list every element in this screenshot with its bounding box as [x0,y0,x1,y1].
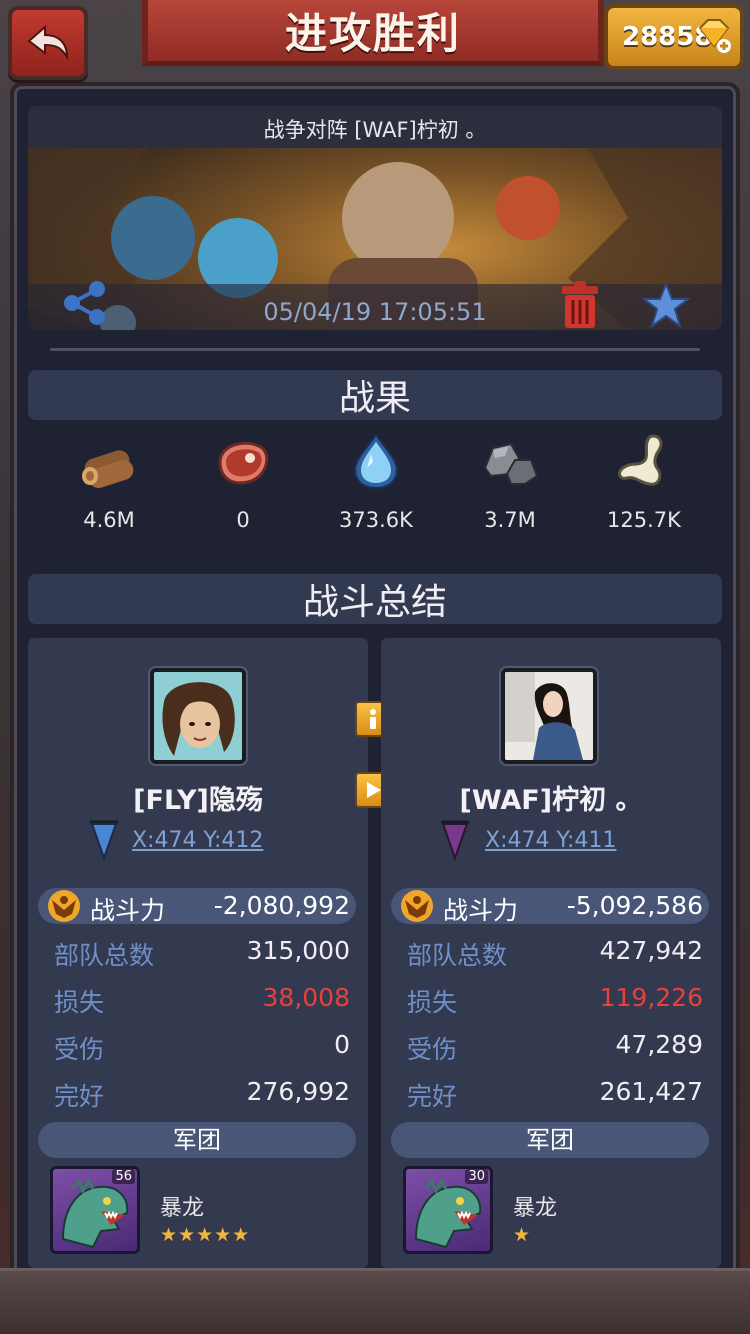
power-label: 战斗力 [443,896,519,925]
stat-total-troops: 部队总数 315,000 [54,936,350,976]
frame-bottom [0,1268,750,1334]
stat-label: 受伤 [407,1035,458,1064]
legion-bar: 军团 [391,1122,709,1158]
stat-label: 损失 [407,988,458,1017]
loot-value: 373.6K [339,508,413,532]
stat-value: 0 [334,1030,350,1059]
unit-stars: ★ [513,1224,532,1246]
stat-value: 38,008 [262,983,350,1012]
results-header: 战果 [28,370,722,420]
stat-wounded: 受伤 47,289 [407,1030,703,1070]
stat-label: 完好 [54,1082,105,1111]
loot-value: 125.7K [607,508,681,532]
loot-meat: 0 [183,424,303,532]
attacker-avatar[interactable] [150,668,246,764]
power-value: -2,080,992 [213,891,350,920]
loot-value: 3.7M [484,508,536,532]
battle-banner: 战争对阵 [WAF]柠初 。 05/04/19 17:05:51 [28,106,722,330]
loot-value: 4.6M [83,508,135,532]
summary-header: 战斗总结 [28,574,722,624]
back-arrow-icon [27,24,69,61]
loot-bone: 125.7K [584,424,704,532]
unit-name: 暴龙 [513,1196,558,1221]
attacker-portrait-icon [154,672,242,760]
loot-stone: 3.7M [450,424,570,532]
power-label: 战斗力 [90,896,166,925]
attacker-power-bar: 战斗力 -2,080,992 [38,888,356,925]
alliance-flag-icon [441,820,469,862]
defender-portrait-icon [505,672,593,760]
attacker-name: [FLY]隐殇 [133,785,263,816]
phoenix-icon [401,890,433,922]
stat-label: 损失 [54,988,105,1017]
stat-value: 427,942 [599,936,703,965]
unit-level: 30 [465,1169,488,1184]
stat-value: 47,289 [615,1030,703,1059]
back-button[interactable] [8,6,88,80]
defender-coords-link[interactable]: X:474 Y:411 [485,828,616,853]
loot-value: 0 [236,508,250,532]
attacker-coords-link[interactable]: X:474 Y:412 [132,828,263,853]
defender-panel: [WAF]柠初 。 X:474 Y:411 战斗力 -5,092,586 部队总… [381,638,721,1268]
stat-intact: 完好 261,427 [407,1077,703,1117]
stat-label: 部队总数 [407,941,508,970]
meat-icon [218,441,269,485]
defender-avatar[interactable] [501,668,597,764]
unit-card[interactable]: 56 [50,1166,140,1254]
bone-icon [618,434,663,486]
stat-wounded: 受伤 0 [54,1030,350,1070]
unit-card[interactable]: 30 [403,1166,493,1254]
stat-value: 276,992 [246,1077,350,1106]
battle-caption: 战争对阵 [WAF]柠初 。 [263,118,487,142]
divider [50,348,700,351]
loot-crystal: 373.6K [316,424,436,532]
stat-total-troops: 部队总数 427,942 [407,936,703,976]
stat-value: 261,427 [599,1077,703,1106]
unit-stars: ★★★★★ [160,1224,251,1246]
stat-label: 受伤 [54,1035,105,1064]
page-title: 进攻胜利 [284,9,461,58]
stat-value: 119,226 [599,983,703,1012]
gem-plus-icon [698,19,731,53]
gem-counter[interactable]: 28858 [604,4,744,70]
trash-icon[interactable] [558,280,602,330]
attacker-panel: [FLY]隐殇 X:474 Y:412 战斗力 -2,080,992 部队总数 … [28,638,368,1268]
defender-name: [WAF]柠初 。 [459,785,643,816]
phoenix-icon [48,890,80,922]
defender-power-bar: 战斗力 -5,092,586 [391,888,709,925]
stat-losses: 损失 119,226 [407,983,703,1023]
favorite-star-icon[interactable] [642,282,690,328]
alliance-flag-icon [90,820,118,862]
unit-name: 暴龙 [160,1196,205,1221]
loot-wood: 4.6M [49,424,169,532]
battle-timestamp: 05/04/19 17:05:51 [263,298,487,326]
crystal-icon [353,433,399,490]
stat-value: 315,000 [246,936,350,965]
legion-bar: 军团 [38,1122,356,1158]
unit-level: 56 [112,1169,135,1184]
power-value: -5,092,586 [566,891,703,920]
stat-label: 部队总数 [54,941,155,970]
stat-losses: 损失 38,008 [54,983,350,1023]
stone-icon [483,442,539,485]
stat-label: 完好 [407,1082,458,1111]
wood-icon [82,450,134,489]
title-banner: 进攻胜利 [142,0,604,66]
stat-intact: 完好 276,992 [54,1077,350,1117]
loot-row: 4.6M 0 373.6K 3.7M 125.7K [28,424,722,534]
